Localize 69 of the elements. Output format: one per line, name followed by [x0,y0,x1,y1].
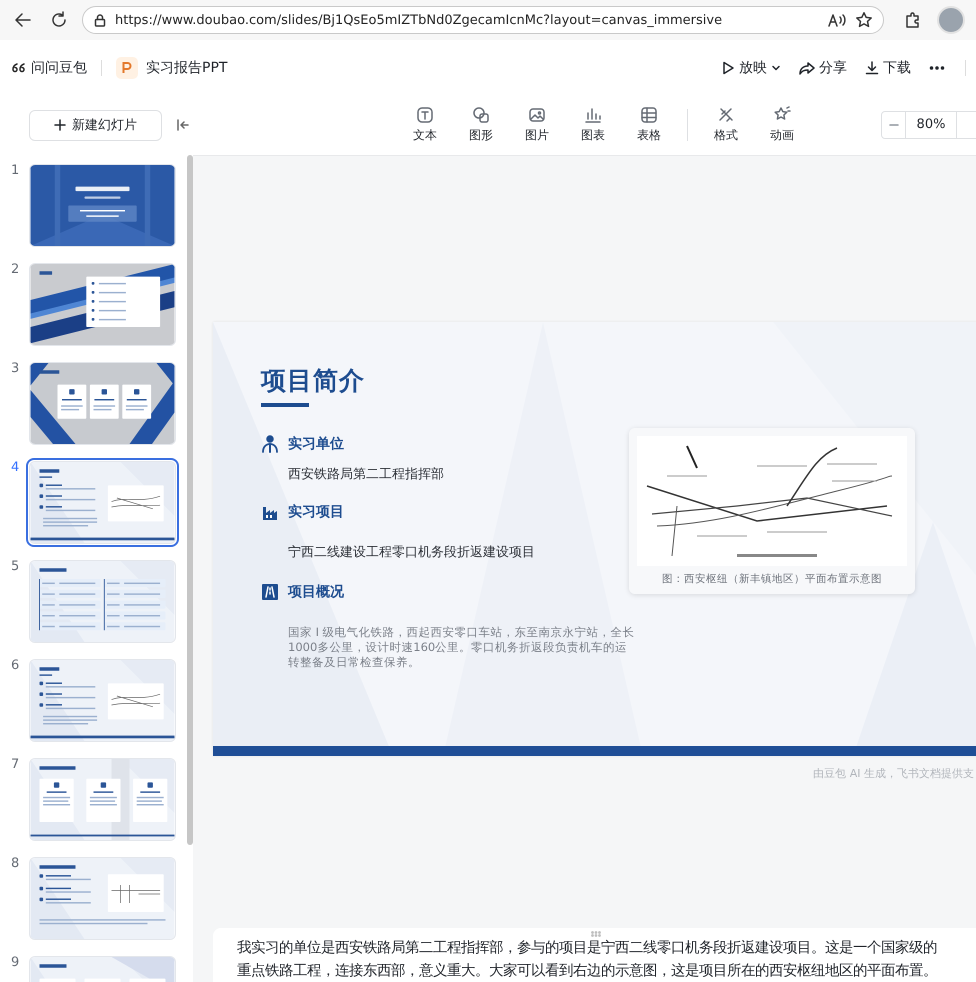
scrollbar[interactable] [187,155,193,845]
format-icon [717,106,735,124]
image-icon [528,106,546,124]
section-text: 宁西二线建设工程零口机务段折返建设项目 [288,544,536,561]
slide-title: 项目简介 [261,365,365,397]
slide-number: 8 [10,856,20,871]
play-icon [721,60,735,74]
slide-number: 2 [10,262,20,277]
shape-tool[interactable]: 图形 [453,106,509,144]
zoom-level: 80% [906,112,957,138]
figure-caption: 图：西安枢纽（新丰镇地区）平面布置示意图 [662,572,882,586]
section-heading: 实习项目 [288,503,344,521]
slide-number: 7 [10,757,20,772]
avatar-icon [937,6,965,34]
slide-number: 1 [10,163,20,178]
drag-handle-icon [591,931,601,937]
url-text: https://www.doubao.com/slides/Bj1QsEo5mIZTbNd0ZgecamIcnMc?layout=canvas_immersive [115,12,724,28]
format-tool[interactable]: 格式 [698,106,754,144]
download-icon [865,60,879,74]
plus-icon [54,119,66,131]
new-slide-button[interactable]: 新建幻灯片 [29,110,162,140]
text-tool[interactable]: 文本 [397,106,453,144]
slide-number: 6 [10,658,20,673]
present-button[interactable]: 放映 [715,54,787,80]
slide-thumbnail[interactable] [26,359,179,448]
footer-note: 由豆包 AI 生成，飞书文档提供支 [813,766,974,782]
more-icon [929,64,945,70]
slide-thumbnail[interactable] [26,656,179,745]
ask-button[interactable]: 问问豆包 [12,58,87,76]
download-button[interactable]: 下载 [859,54,917,80]
slide-thumbnail[interactable] [26,557,179,646]
table-icon [640,106,658,124]
slide-number: 5 [10,559,20,574]
section-heading: 项目概况 [288,583,344,601]
lock-icon [93,13,107,27]
star-icon [855,11,873,29]
text-icon [416,106,434,124]
address-bar[interactable]: https://www.doubao.com/slides/Bj1QsEo5mIZTbNd0ZgecamIcnMc?layout=canvas_immersive [82,6,884,34]
slide-thumbnail[interactable] [26,260,179,349]
read-aloud-icon [827,12,847,28]
slide-number: 9 [10,955,20,970]
slide-thumbnail[interactable] [26,458,179,547]
animation-tool[interactable]: 动画 [754,106,810,144]
slide-number: 4 [10,460,20,475]
person-icon [261,435,279,453]
puzzle-icon [904,11,922,29]
quote-icon [12,62,26,72]
speaker-notes-panel[interactable]: 我实习的单位是西安铁路局第二工程指挥部，参与的项目是宁西二线零口机务段折返建设项目。这是一个国家级的重点铁路工程，连接东西部，意义重大。大家可以看到右边的示意图，这是项目所在的西安枢纽地区的平面布置。 [213,928,976,982]
slide-thumbnail[interactable] [26,755,179,844]
section-text: 西安铁路局第二工程指挥部 [288,466,445,483]
slide-number: 3 [10,361,20,376]
overview-paragraph: 国家 I 级电气化铁路，西起西安零口车站，东至南京永宁站，全长1000多公里，设计时速160公里。零口机务折返段负责机车的运转整备及日常检查保养。 [288,625,636,670]
chart-icon [584,106,602,124]
slide-thumbnail[interactable] [26,161,179,250]
presentation-file-icon [116,56,138,78]
image-tool[interactable]: 图片 [509,106,565,144]
road-icon [261,583,279,601]
speaker-notes-text: 我实习的单位是西安铁路局第二工程指挥部，参与的项目是宁西二线零口机务段折返建设项目。这是一个国家级的重点铁路工程，连接东西部，意义重大。大家可以看到右边的示意图，这是项目所在的西安枢纽地区的平面布置。 [237,938,938,981]
section-heading: 实习单位 [288,435,344,453]
shape-icon [472,106,490,124]
reload-icon [50,11,68,29]
share-button[interactable]: 分享 [793,54,853,80]
document-title: 实习报告PPT [146,58,228,76]
slide-thumbnail[interactable] [26,854,179,943]
chart-tool[interactable]: 图表 [565,106,621,144]
collapse-icon [176,118,190,132]
table-tool[interactable]: 表格 [621,106,677,144]
back-arrow-icon [14,11,32,29]
share-icon [799,60,815,74]
